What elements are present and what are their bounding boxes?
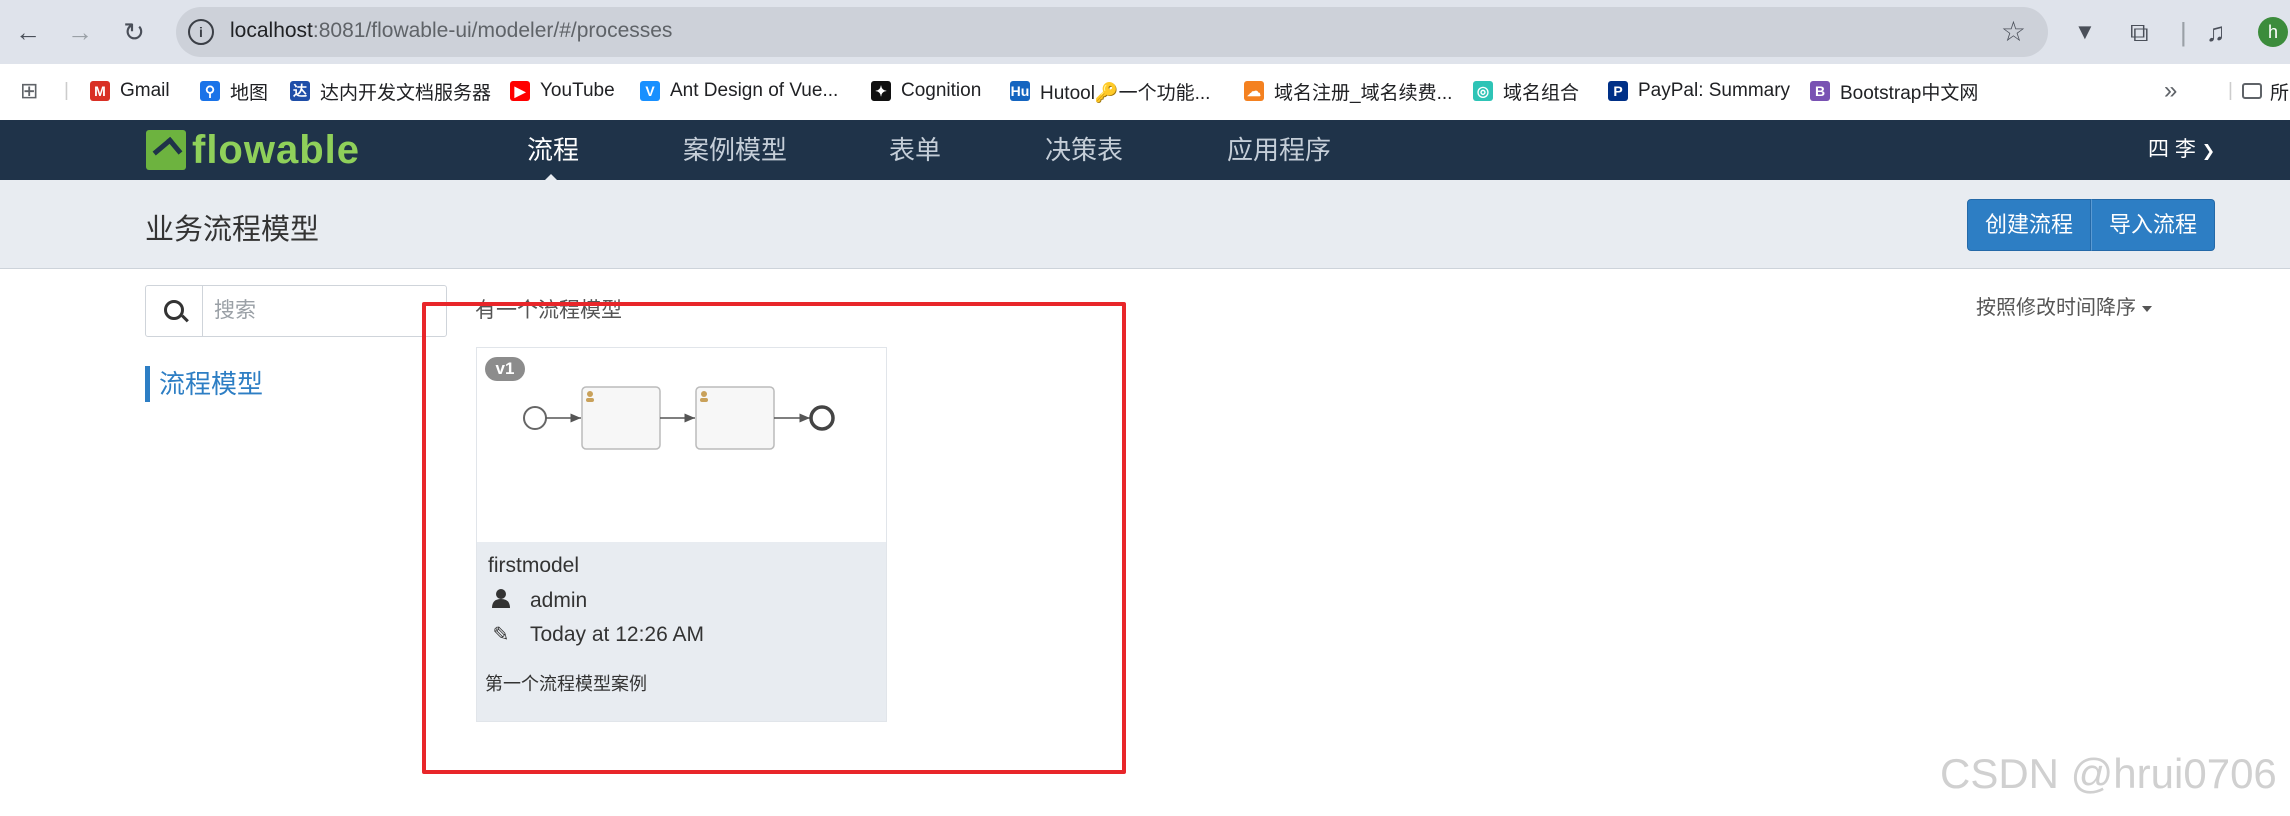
forward-arrow-icon[interactable]: → [64,16,96,48]
reload-icon[interactable]: ↻ [118,16,150,48]
tab-label: 案例模型 [683,135,788,165]
bookmark-item[interactable]: B Bootstrap中文网 [1810,76,1978,106]
url-host: localhost [230,19,313,42]
all-bookmarks-folder[interactable]: 所 [2242,76,2289,106]
bookmark-label: 达内开发文档服务器 [320,82,492,104]
search-field[interactable] [145,285,447,337]
user-menu[interactable]: 四 李 ❯ [2148,120,2215,180]
hutool-icon: Hu [1010,81,1030,101]
bookmark-item[interactable]: Hu Hutool🔑一个功能... [1010,76,1210,106]
bookmark-label: Gmail [120,80,170,101]
tab-label: 表单 [889,135,942,165]
youtube-icon: ▶ [510,81,530,101]
tarena-icon: 达 [290,81,310,101]
annotation-highlight-box [422,302,1126,774]
media-controls-icon[interactable]: ♫ [2206,15,2226,49]
bookmark-star-icon[interactable]: ☆ [2001,15,2026,48]
import-process-button[interactable]: 导入流程 [2091,199,2216,251]
bookmark-label: Cognition [901,80,982,101]
tab-label: 决策表 [1045,135,1124,165]
bookmark-label: Ant Design of Vue... [670,80,839,101]
bookmark-item[interactable]: ✦ Cognition [871,76,981,106]
watermark: CSDN @hrui0706 [1940,750,2277,797]
tab-label: 应用程序 [1227,135,1332,165]
url-path: :8081/flowable-ui/modeler/#/processes [312,19,673,42]
url-text[interactable]: localhost:8081/flowable-ui/modeler/#/pro… [230,19,672,43]
tab-case-models[interactable]: 案例模型 [683,120,787,180]
bookmark-item[interactable]: V Ant Design of Vue... [640,76,838,106]
search-button[interactable] [146,286,203,336]
bookmark-item[interactable]: ☁ 域名注册_域名续费... [1244,76,1452,106]
bookmark-label: 域名注册_域名续费... [1274,82,1453,104]
logo-text: flowable [192,128,361,172]
flowable-logo-mark-icon [146,130,186,170]
extensions-puzzle-icon[interactable]: ⧉ [2130,15,2149,49]
tab-forms[interactable]: 表单 [889,120,941,180]
folder-icon [2242,83,2262,99]
tab-label: 流程 [527,135,580,165]
back-arrow-icon[interactable]: ← [12,16,44,48]
cognition-icon: ✦ [871,81,891,101]
cloudflare-icon: ☁ [1244,81,1264,101]
flowable-logo[interactable]: flowable [146,128,360,172]
toolbar-divider: | [2180,17,2187,47]
bookmarks-divider: | [64,80,69,101]
maps-pin-icon: ⚲ [200,81,220,101]
header-actions: 创建流程 导入流程 [1967,199,2216,251]
apps-grid-icon[interactable]: ⊞ [20,76,38,106]
sort-dropdown[interactable]: 按照修改时间降序 [1976,291,2152,320]
bookmark-label: 域名组合 [1503,82,1580,104]
bookmarks-divider-right: | [2228,80,2233,101]
bootstrap-icon: B [1810,81,1830,101]
browser-toolbar: ← → ↻ i localhost:8081/flowable-ui/model… [0,0,2290,64]
app-navbar: flowable 流程 案例模型 表单 决策表 应用程序 四 李 ❯ [0,120,2290,184]
create-process-button[interactable]: 创建流程 [1967,199,2092,251]
bookmark-item[interactable]: ▶ YouTube [510,76,615,106]
bookmark-item[interactable]: 达达内开发文档服务器 [290,76,491,106]
address-bar[interactable]: i localhost:8081/flowable-ui/modeler/#/p… [176,7,2048,57]
bookmark-item[interactable]: P PayPal: Summary [1608,76,1790,106]
site-info-icon[interactable]: i [188,19,214,45]
bookmark-label: Bootstrap中文网 [1840,82,1979,104]
search-input[interactable] [212,294,436,328]
user-name: 四 李 [2148,138,2196,161]
caret-down-icon [2142,305,2152,312]
all-bookmarks-label: 所 [2270,82,2290,104]
chevron-down-icon: ❯ [2201,143,2216,160]
gmail-icon: M [90,81,110,101]
antdv-icon: V [640,81,660,101]
tab-processes[interactable]: 流程 [527,120,579,180]
vue-devtools-icon[interactable]: ▼ [2074,15,2096,49]
bookmark-item[interactable]: ◎ 域名组合 [1473,76,1579,106]
page-header: 业务流程模型 创建流程 导入流程 [0,180,2290,269]
tab-apps[interactable]: 应用程序 [1227,120,1331,180]
page-title: 业务流程模型 [145,214,320,246]
paypal-icon: P [1608,81,1628,101]
bookmark-label: YouTube [540,80,615,101]
bookmark-label: 地图 [230,82,269,104]
bookmarks-bar: ⊞ | M Gmail ⚲ 地图达达内开发文档服务器 ▶ YouTube V Ant Desi… [0,64,2290,121]
bookmark-item[interactable]: M Gmail [90,76,170,106]
bookmark-label: Hutool🔑一个功能... [1040,82,1211,104]
bookmark-item[interactable]: ⚲ 地图 [200,76,268,106]
more-bookmarks-chevron-icon[interactable]: » [2164,76,2177,106]
search-icon [164,300,184,320]
bookmark-label: PayPal: Summary [1638,80,1791,101]
tab-decision-tables[interactable]: 决策表 [1045,120,1123,180]
sidebar-item-process-models[interactable]: 流程模型 [145,366,263,402]
profile-avatar[interactable]: h [2258,17,2288,47]
spiral-icon: ◎ [1473,81,1493,101]
sort-label: 按照修改时间降序 [1976,297,2136,319]
